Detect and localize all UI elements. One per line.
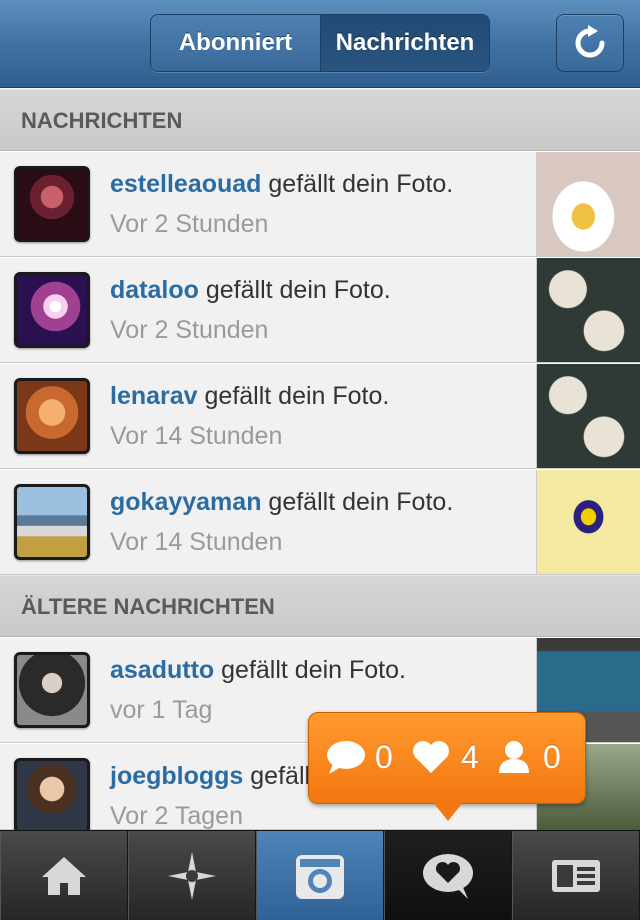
list-item[interactable]: dataloo gefällt dein Foto. Vor 2 Stunden <box>0 257 640 363</box>
refresh-icon <box>575 25 605 58</box>
bottom-tab-bar <box>0 830 640 920</box>
profile-card-icon <box>552 859 600 892</box>
heart-icon <box>413 741 449 773</box>
photo-thumbnail[interactable] <box>536 152 640 256</box>
top-navigation-bar: Abonniert Nachrichten <box>0 0 640 88</box>
comment-icon <box>327 741 365 774</box>
list-item[interactable]: gokayyaman gefällt dein Foto. Vor 14 Stu… <box>0 469 640 575</box>
user-icon <box>499 741 529 773</box>
refresh-button[interactable] <box>556 14 624 72</box>
like-count: 4 <box>461 738 479 775</box>
section-header-recent: NACHRICHTEN <box>0 89 640 151</box>
username-link[interactable]: joegbloggs <box>110 762 243 790</box>
avatar[interactable] <box>14 652 90 728</box>
username-link[interactable]: asadutto <box>110 656 214 684</box>
tab-profile[interactable] <box>512 831 640 920</box>
explore-star-icon <box>168 851 216 900</box>
username-link[interactable]: estelleaouad <box>110 170 261 198</box>
tab-news[interactable] <box>384 831 512 920</box>
photo-thumbnail[interactable] <box>536 364 640 468</box>
camera-icon <box>296 854 344 899</box>
comment-count: 0 <box>375 738 393 775</box>
avatar[interactable] <box>14 484 90 560</box>
avatar[interactable] <box>14 166 90 242</box>
bubble-pointer <box>432 801 464 821</box>
activity-text: gefällt dein Foto. <box>221 656 406 684</box>
activity-text: gefällt dein Foto. <box>268 170 454 198</box>
avatar[interactable] <box>14 758 90 834</box>
tab-explore[interactable] <box>128 831 256 920</box>
activity-text: gefällt dein Foto. <box>204 382 390 410</box>
photo-thumbnail[interactable] <box>536 258 640 362</box>
tab-abonniert[interactable]: Abonniert <box>151 15 321 71</box>
photo-thumbnail[interactable] <box>536 470 640 574</box>
follower-count: 0 <box>543 738 561 775</box>
timestamp: Vor 14 Stunden <box>110 422 283 450</box>
timestamp: Vor 14 Stunden <box>110 528 283 556</box>
list-item[interactable]: lenarav gefällt dein Foto. Vor 14 Stunde… <box>0 363 640 469</box>
activity-text: gefällt dein Foto. <box>205 276 391 304</box>
list-item[interactable]: estelleaouad gefällt dein Foto. Vor 2 St… <box>0 151 640 257</box>
activity-text: gefällt dein Foto. <box>268 488 454 516</box>
timestamp: Vor 2 Stunden <box>110 210 269 238</box>
tab-home[interactable] <box>0 831 128 920</box>
avatar[interactable] <box>14 378 90 454</box>
username-link[interactable]: lenarav <box>110 382 198 410</box>
feed-segmented-control: Abonniert Nachrichten <box>150 14 490 72</box>
home-icon <box>42 856 86 895</box>
username-link[interactable]: dataloo <box>110 276 199 304</box>
section-header-older: ÄLTERE NACHRICHTEN <box>0 575 640 637</box>
timestamp: vor 1 Tag <box>110 696 213 724</box>
timestamp: Vor 2 Tagen <box>110 802 243 830</box>
activity-notification-bubble[interactable]: 0 4 0 <box>308 712 586 804</box>
tab-nachrichten[interactable]: Nachrichten <box>321 15 489 71</box>
news-heart-bubble-icon <box>423 853 473 899</box>
avatar[interactable] <box>14 272 90 348</box>
timestamp: Vor 2 Stunden <box>110 316 269 344</box>
tab-camera[interactable] <box>256 831 384 920</box>
username-link[interactable]: gokayyaman <box>110 488 261 516</box>
